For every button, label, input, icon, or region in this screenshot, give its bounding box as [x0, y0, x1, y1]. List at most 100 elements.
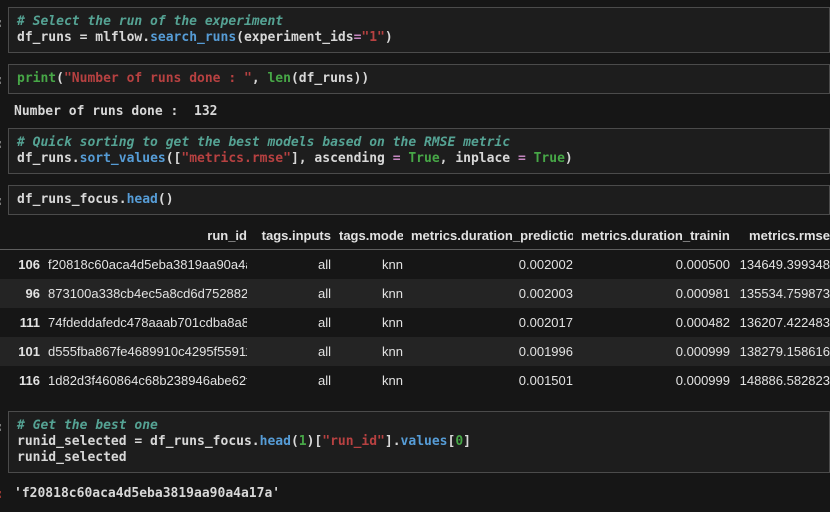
dataframe-cell: 116 — [0, 366, 40, 395]
code-token: sort_values — [80, 151, 166, 166]
dataframe-cell: all — [247, 279, 331, 308]
code-line: runid_selected = df_runs_focus.head(1)["… — [17, 434, 821, 450]
dataframe-cell: 873100a338cb4ec5a8cd6d752882befb — [40, 279, 247, 308]
code-token: ], ascending — [291, 151, 393, 166]
dataframe-row: 96873100a338cb4ec5a8cd6d752882befballknn… — [0, 279, 830, 308]
code-editor-select-run[interactable]: # Select the run of the experimentdf_run… — [8, 7, 830, 53]
code-line: df_runs_focus.head() — [17, 192, 821, 208]
code-token: values — [401, 434, 448, 449]
dataframe-cell: 0.000500 — [573, 250, 730, 280]
dataframe-cell: 74fdeddafedc478aaab701cdba8a87db — [40, 308, 247, 337]
code-token: "Number of runs done : " — [64, 71, 252, 86]
code-token: ( — [291, 434, 299, 449]
code-token: print — [17, 71, 56, 86]
input-prompt-gutter: : — [0, 128, 8, 174]
code-token: (df_runs)) — [291, 71, 369, 86]
code-token: search_runs — [150, 30, 236, 45]
code-line: runid_selected — [17, 450, 821, 466]
code-line: # Get the best one — [17, 418, 821, 434]
code-editor-head[interactable]: df_runs_focus.head() — [8, 185, 830, 215]
code-token: "1" — [361, 30, 384, 45]
code-token: () — [158, 192, 174, 207]
notebook-cell-4: : df_runs_focus.head() — [0, 185, 830, 215]
code-token: # Get the best one — [17, 418, 158, 433]
code-token: "metrics.rmse" — [181, 151, 291, 166]
code-token: True — [408, 151, 439, 166]
dataframe-header-cell: metrics.duration_prediction — [403, 223, 573, 250]
code-token: "run_id" — [322, 434, 385, 449]
code-token: , — [252, 71, 268, 86]
dataframe-cell: knn — [331, 250, 403, 280]
code-token: 0 — [455, 434, 463, 449]
stream-output-row: Number of runs done : 132 — [0, 104, 830, 120]
code-line: # Select the run of the experiment — [17, 14, 821, 30]
code-token: runid_selected — [17, 450, 127, 465]
dataframe-cell: 136207.422483 — [730, 308, 830, 337]
dataframe-cell: 0.000981 — [573, 279, 730, 308]
code-line: # Quick sorting to get the best models b… — [17, 135, 821, 151]
code-token: ) — [565, 151, 573, 166]
code-token: head — [127, 192, 158, 207]
dataframe-row: 106f20818c60aca4d5eba3819aa90a4a17aallkn… — [0, 250, 830, 280]
input-prompt-gutter: : — [0, 7, 8, 53]
dataframe-cell: knn — [331, 337, 403, 366]
dataframe-cell: 96 — [0, 279, 40, 308]
code-token: = — [518, 151, 526, 166]
code-token: df_runs = mlflow. — [17, 30, 150, 45]
dataframe-cell: f20818c60aca4d5eba3819aa90a4a17a — [40, 250, 247, 280]
dataframe-cell: 0.002003 — [403, 279, 573, 308]
code-token: # Select the run of the experiment — [17, 14, 283, 29]
dataframe-header-cell: tags.model — [331, 223, 403, 250]
code-token: ( — [56, 71, 64, 86]
code-line: print("Number of runs done : ", len(df_r… — [17, 71, 821, 87]
result-output-text: 'f20818c60aca4d5eba3819aa90a4a17a' — [8, 486, 830, 502]
code-editor-sort-values[interactable]: # Quick sorting to get the best models b… — [8, 128, 830, 174]
dataframe-cell: all — [247, 250, 331, 280]
code-editor-get-best[interactable]: # Get the best onerunid_selected = df_ru… — [8, 411, 830, 473]
input-prompt-colon: : — [0, 16, 4, 31]
dataframe-header-cell: run_id — [40, 223, 247, 250]
dataframe-cell: 0.002017 — [403, 308, 573, 337]
dataframe-cell: knn — [331, 366, 403, 395]
dataframe-cell: all — [247, 308, 331, 337]
notebook-cell-5: : # Get the best onerunid_selected = df_… — [0, 411, 830, 473]
code-token: 1 — [299, 434, 307, 449]
dataframe-cell: 138279.158616 — [730, 337, 830, 366]
dataframe-row: 1161d82d3f460864c68b238946abe62fa74allkn… — [0, 366, 830, 395]
dataframe-cell: 111 — [0, 308, 40, 337]
input-prompt-colon: : — [0, 420, 4, 435]
code-token: )[ — [307, 434, 323, 449]
notebook-cell-1: : # Select the run of the experimentdf_r… — [0, 7, 830, 53]
input-prompt-gutter: : — [0, 185, 8, 215]
code-token: , inplace — [440, 151, 518, 166]
dataframe-cell: 0.000999 — [573, 337, 730, 366]
code-editor-print-count[interactable]: print("Number of runs done : ", len(df_r… — [8, 64, 830, 94]
code-line: df_runs = mlflow.search_runs(experiment_… — [17, 30, 821, 46]
dataframe-header-cell: metrics.duration_training — [573, 223, 730, 250]
code-token: head — [260, 434, 291, 449]
dataframe-cell: 106 — [0, 250, 40, 280]
output-prompt-colon: : — [0, 487, 4, 502]
code-token — [526, 151, 534, 166]
dataframe-cell: 135534.759873 — [730, 279, 830, 308]
code-token: (experiment_ids — [236, 30, 353, 45]
dataframe-cell: all — [247, 366, 331, 395]
output-prompt-gutter: : — [0, 486, 8, 502]
input-prompt-gutter: : — [0, 411, 8, 473]
code-line: df_runs.sort_values(["metrics.rmse"], as… — [17, 151, 821, 167]
code-token: len — [267, 71, 290, 86]
input-prompt-gutter: : — [0, 64, 8, 94]
dataframe-cell: knn — [331, 308, 403, 337]
code-token: # Quick sorting to get the best models b… — [17, 135, 510, 150]
dataframe-cell: all — [247, 337, 331, 366]
dataframe-cell: 1d82d3f460864c68b238946abe62fa74 — [40, 366, 247, 395]
dataframe-cell: 0.001501 — [403, 366, 573, 395]
dataframe-header-row: run_idtags.inputstags.modelmetrics.durat… — [0, 223, 830, 250]
output-gutter — [0, 104, 8, 120]
dataframe-cell: 101 — [0, 337, 40, 366]
input-prompt-colon: : — [0, 73, 4, 88]
code-token: True — [534, 151, 565, 166]
dataframe-header-cell — [0, 223, 40, 250]
dataframe-cell: 134649.399348 — [730, 250, 830, 280]
code-token: df_runs_focus. — [17, 192, 127, 207]
